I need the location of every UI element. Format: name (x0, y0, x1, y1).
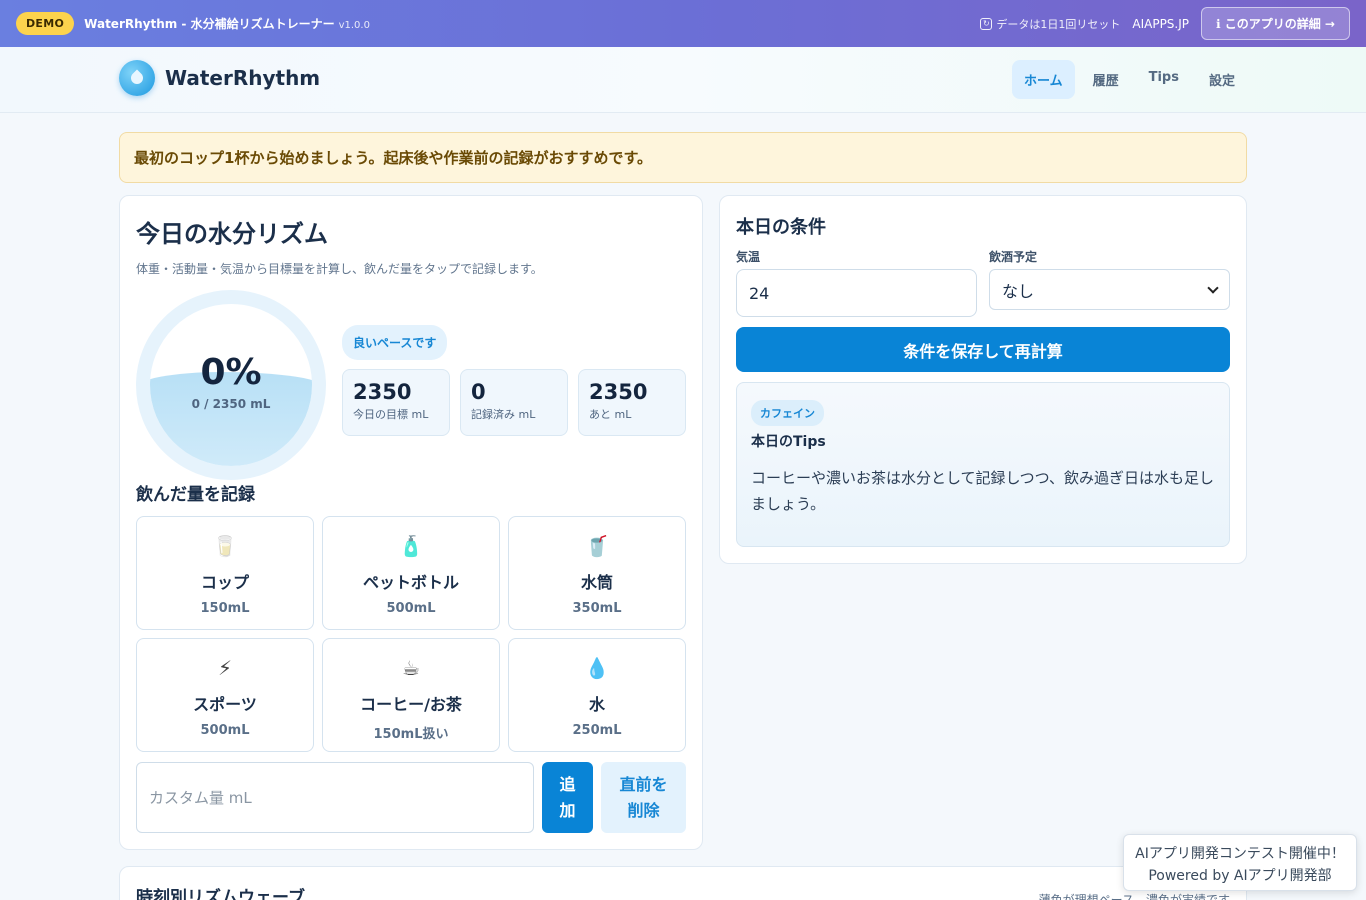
daily-tip-box: カフェイン 本日のTips コーヒーや濃いお茶は水分として記録しつつ、飲み過ぎ日… (736, 382, 1230, 547)
drink-amount: 500mL (200, 723, 250, 738)
page-title: 今日の水分リズム (136, 220, 328, 248)
drink-name: 水 (588, 695, 605, 714)
start-notice: 最初のコップ1杯から始めましょう。起床後や作業前の記録がおすすめです。 (119, 132, 1247, 183)
coffee-icon: ☕ (402, 656, 420, 680)
drink-button-pet-bottle[interactable]: 🧴 ペットボトル 500mL (322, 516, 500, 630)
drink-button-flask[interactable]: 🥤 水筒 350mL (508, 516, 686, 630)
custom-amount-input[interactable] (136, 762, 534, 833)
drink-name: コーヒー/お茶 (360, 695, 462, 714)
today-rhythm-card: 今日の水分リズム 体重・活動量・気温から目標量を計算し、飲んだ量をタップで記録し… (119, 195, 703, 850)
tumbler-icon: 🥤 (584, 534, 610, 558)
app-header: WaterRhythm ホーム 履歴 Tips 設定 (0, 47, 1366, 113)
nav-tips[interactable]: Tips (1137, 60, 1191, 99)
drink-amount: 350mL (572, 601, 622, 616)
tip-category-badge: カフェイン (751, 400, 824, 426)
undo-last-button[interactable]: 直前を削除 (601, 762, 686, 833)
add-button[interactable]: 追加 (542, 762, 593, 833)
brand-name: WaterRhythm (165, 66, 321, 90)
app-version: v1.0.0 (338, 20, 370, 31)
rhythm-wave-card: 時刻別リズムウェーブ 薄色が理想ペース、濃色が実績です (119, 866, 1247, 900)
drink-button-cup[interactable]: 🥛 コップ 150mL (136, 516, 314, 630)
rhythm-wave-legend-note: 薄色が理想ペース、濃色が実績です (1038, 893, 1230, 900)
nav-home[interactable]: ホーム (1011, 60, 1075, 99)
stat-target-value: 2350 (353, 380, 412, 404)
progress-amount: 0 / 2350 mL (191, 397, 271, 411)
stat-remaining-label: あと mL (589, 408, 632, 421)
rhythm-wave-title: 時刻別リズムウェーブ (136, 888, 305, 900)
lightning-icon: ⚡ (217, 656, 233, 680)
save-recalculate-button[interactable]: 条件を保存して再計算 (736, 327, 1230, 372)
progress-ring: 0% 0 / 2350 mL (136, 290, 326, 480)
reset-note-text: データは1日1回リセット (996, 17, 1121, 31)
contest-banner[interactable]: AIアプリ開発コンテスト開催中！ Powered by AIアプリ開発部 (1123, 834, 1357, 891)
drink-name: コップ (200, 573, 249, 592)
demo-app-title: WaterRhythm - 水分補給リズムトレーナー v1.0.0 (84, 15, 370, 32)
stat-remaining-value: 2350 (589, 380, 648, 404)
page-subtitle: 体重・活動量・気温から目標量を計算し、飲んだ量をタップで記録します。 (136, 262, 543, 276)
progress-readout: 0% 0 / 2350 mL (150, 352, 312, 411)
drink-name: ペットボトル (362, 573, 459, 592)
brand[interactable]: WaterRhythm (119, 60, 320, 96)
stat-target: 2350 今日の目標 mL (342, 369, 450, 436)
droplet-icon: 💧 (584, 656, 610, 680)
alcohol-label: 飲酒予定 (989, 250, 1038, 264)
refresh-icon: ↻ (980, 17, 993, 30)
today-conditions-card: 本日の条件 気温 飲酒予定 なし 条件を保存して再計算 カフェイン 本日のTip… (719, 195, 1247, 564)
nav-settings[interactable]: 設定 (1197, 60, 1247, 99)
site-link[interactable]: AIAPPS.JP (1132, 17, 1189, 31)
main-nav: ホーム 履歴 Tips 設定 (1011, 60, 1247, 99)
conditions-title: 本日の条件 (736, 217, 826, 238)
drink-name: スポーツ (193, 695, 257, 714)
bottle-icon: 🧴 (398, 534, 424, 558)
tip-title: 本日のTips (751, 434, 826, 450)
pace-badge: 良いペースです (342, 325, 448, 360)
temperature-label: 気温 (736, 250, 761, 264)
contest-line-1: AIアプリ開発コンテスト開催中！ (1135, 846, 1345, 862)
chevron-down-icon (1207, 281, 1219, 294)
nav-history[interactable]: 履歴 (1081, 60, 1131, 99)
drink-name: 水筒 (580, 573, 613, 592)
stat-recorded-value: 0 (471, 380, 486, 404)
record-section-title: 飲んだ量を記録 (136, 485, 255, 505)
drink-amount: 250mL (572, 723, 622, 738)
stat-recorded: 0 記録済み mL (460, 369, 568, 436)
drink-button-sports[interactable]: ⚡ スポーツ 500mL (136, 638, 314, 752)
stat-remaining: 2350 あと mL (578, 369, 686, 436)
alcohol-select[interactable]: なし (989, 269, 1230, 310)
drink-amount: 150mL (200, 601, 250, 616)
reset-note: ↻ データは1日1回リセット (980, 16, 1120, 32)
water-drop-logo-icon (119, 60, 155, 96)
demo-badge: DEMO (16, 12, 75, 35)
progress-percent: 0% (200, 352, 262, 393)
drink-button-coffee-tea[interactable]: ☕ コーヒー/お茶 150mL扱い (322, 638, 500, 752)
drink-button-water[interactable]: 💧 水 250mL (508, 638, 686, 752)
drink-amount: 500mL (386, 601, 436, 616)
tip-body: コーヒーや濃いお茶は水分として記録しつつ、飲み過ぎ日は水も足しましょう。 (751, 469, 1215, 513)
drink-amount: 150mL扱い (373, 727, 449, 742)
stat-recorded-label: 記録済み mL (471, 408, 536, 421)
demo-right-group: ↻ データは1日1回リセット AIAPPS.JP ℹ このアプリの詳細 → (980, 7, 1350, 40)
contest-line-2: Powered by AIアプリ開発部 (1148, 868, 1332, 884)
alcohol-selected-value: なし (1002, 281, 1035, 301)
app-detail-button[interactable]: ℹ このアプリの詳細 → (1201, 7, 1350, 40)
stat-target-label: 今日の目標 mL (353, 408, 429, 421)
demo-bar: DEMO WaterRhythm - 水分補給リズムトレーナー v1.0.0 ↻ デ… (0, 0, 1366, 47)
glass-of-milk-icon: 🥛 (212, 534, 238, 558)
demo-title-text: WaterRhythm - 水分補給リズムトレーナー (84, 17, 335, 31)
temperature-input[interactable] (736, 269, 977, 317)
